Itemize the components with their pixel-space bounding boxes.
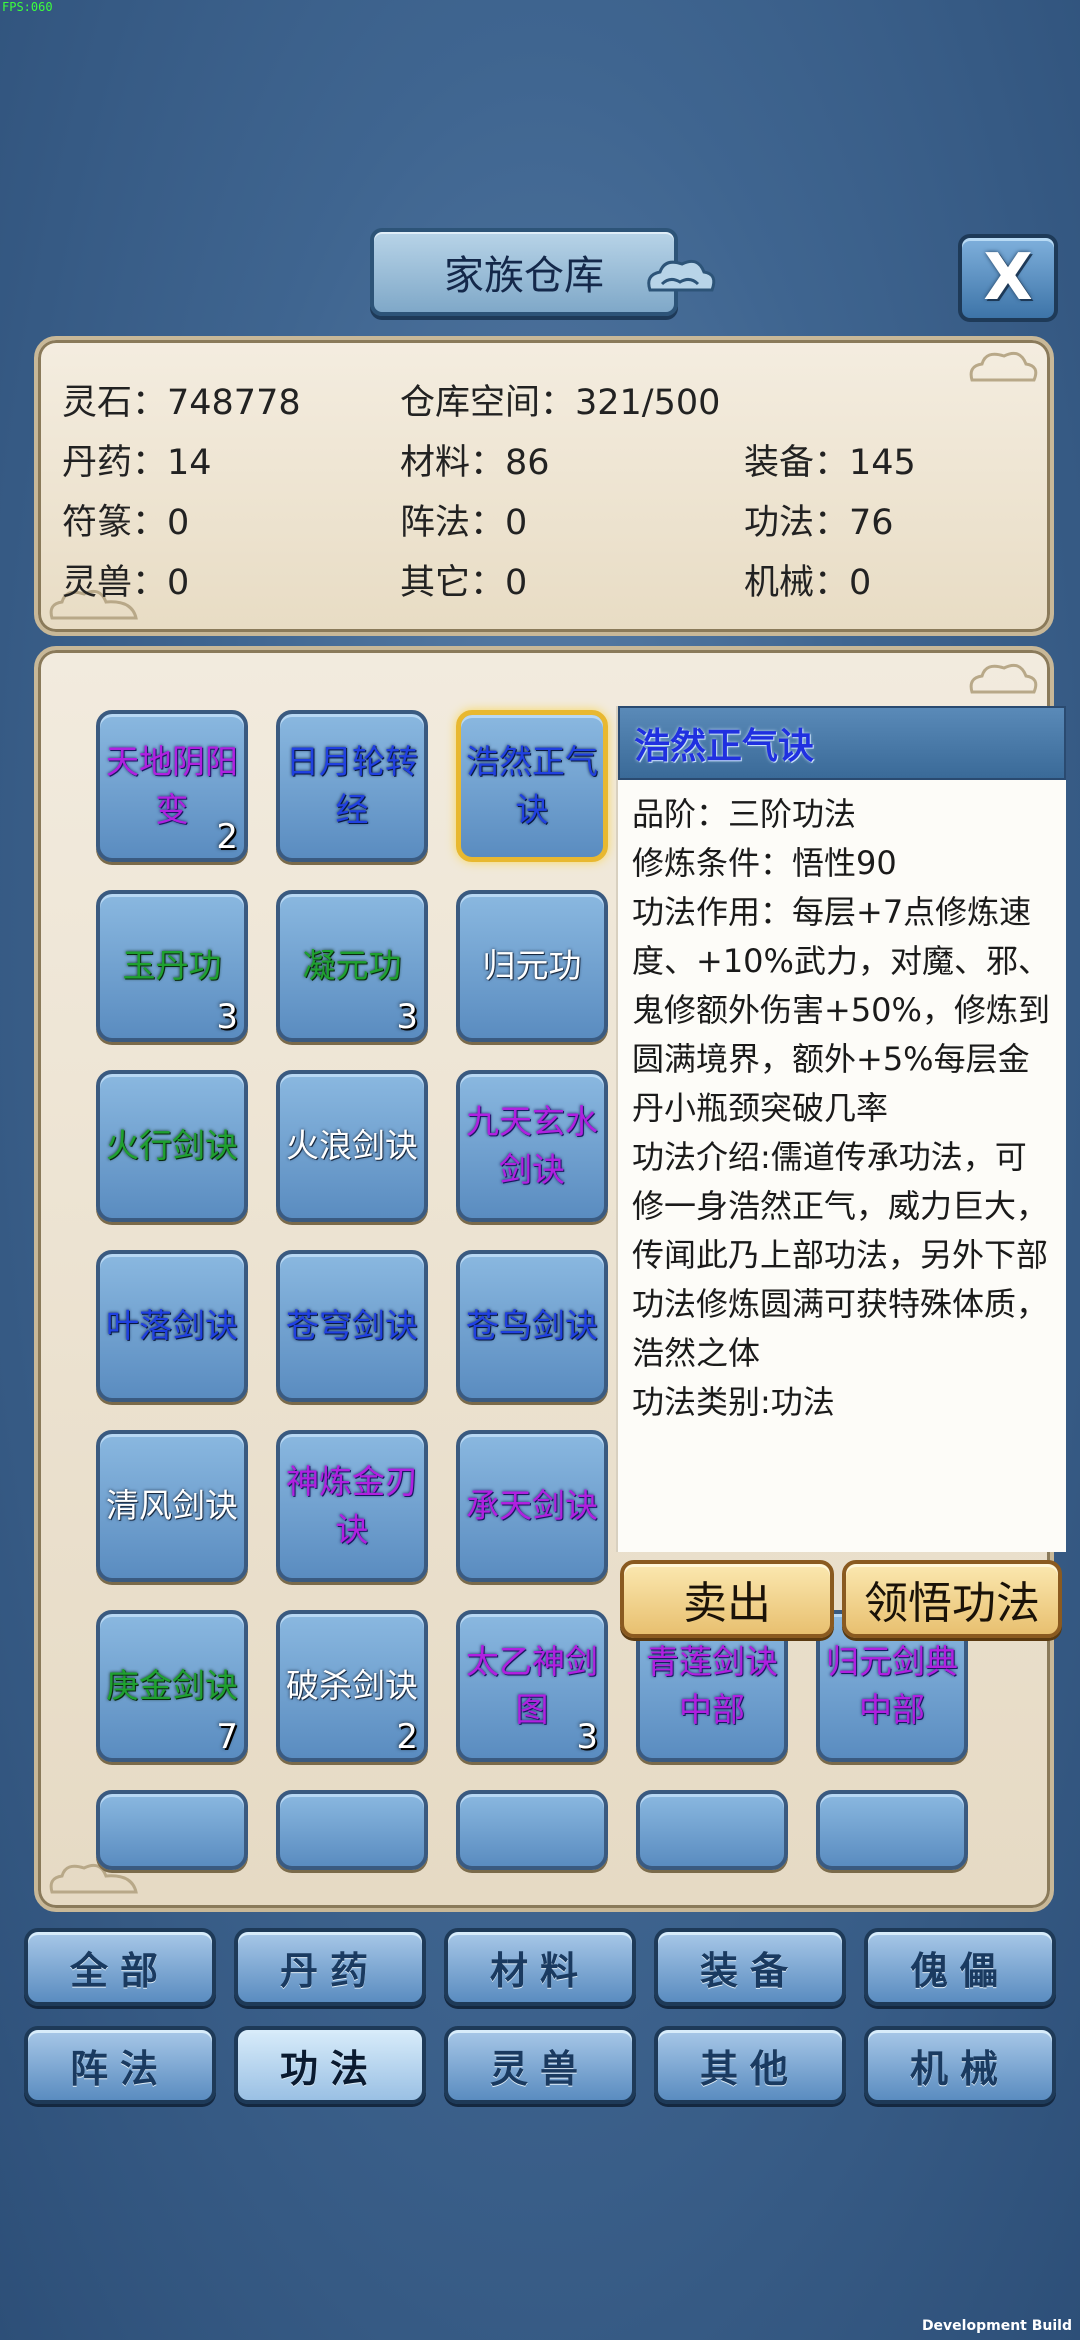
item-slot[interactable]: 苍鸟剑诀 bbox=[456, 1250, 608, 1402]
item-name: 神炼金刃诀 bbox=[286, 1462, 418, 1549]
tooltip-intro: 功法介绍:儒道传承功法，可修一身浩然正气，威力巨大，传闻此乃上部功法，另外下部功… bbox=[632, 1138, 1049, 1372]
item-count: 2 bbox=[216, 817, 238, 857]
tooltip-title: 浩然正气诀 bbox=[618, 706, 1066, 780]
tooltip-category: 功法类别:功法 bbox=[632, 1383, 835, 1421]
item-slot[interactable]: 归元功 bbox=[456, 890, 608, 1042]
item-slot[interactable]: 玉丹功 3 bbox=[96, 890, 248, 1042]
item-count: 7 bbox=[216, 1717, 238, 1757]
item-name: 凝元功 bbox=[302, 946, 402, 985]
tooltip-effect: 功法作用：每层+7点修炼速度、+10%武力，对魔、邪、鬼修额外伤害+50%，修炼… bbox=[632, 893, 1050, 1127]
cloud-ornament-icon bbox=[647, 259, 716, 292]
item-slot[interactable]: 浩然正气诀 bbox=[456, 710, 608, 862]
item-slot[interactable]: 火浪剑诀 bbox=[276, 1070, 428, 1222]
talismans-count: 符篆：0 bbox=[62, 503, 190, 543]
item-name: 青莲剑诀中部 bbox=[646, 1642, 778, 1729]
cloud-ornament-icon bbox=[969, 663, 1038, 694]
spirit-stone-count: 灵石：748778 bbox=[62, 383, 301, 423]
tab-8[interactable]: 其他 bbox=[654, 2026, 846, 2104]
dev-build-label: Development Build bbox=[921, 2318, 1072, 2334]
item-slot[interactable]: 日月轮转经 bbox=[276, 710, 428, 862]
item-name: 归元剑典中部 bbox=[826, 1642, 958, 1729]
tab-2[interactable]: 材料 bbox=[444, 1928, 636, 2006]
materials-count: 材料：86 bbox=[400, 443, 550, 483]
item-count: 3 bbox=[576, 1717, 598, 1757]
empty-slot[interactable] bbox=[456, 1790, 608, 1870]
tab-7[interactable]: 灵兽 bbox=[444, 2026, 636, 2104]
item-name: 日月轮转经 bbox=[286, 742, 418, 829]
empty-slot[interactable] bbox=[816, 1790, 968, 1870]
item-count: 3 bbox=[216, 997, 238, 1037]
item-tooltip: 浩然正气诀 品阶：三阶功法 修炼条件：悟性90 功法作用：每层+7点修炼速度、+… bbox=[616, 706, 1066, 1552]
others-count: 其它：0 bbox=[400, 563, 528, 603]
sell-button[interactable]: 卖出 bbox=[620, 1560, 834, 1638]
item-slot[interactable]: 庚金剑诀 7 bbox=[96, 1610, 248, 1762]
item-name: 苍穹剑诀 bbox=[286, 1306, 418, 1345]
empty-slot[interactable] bbox=[96, 1790, 248, 1870]
item-slot[interactable]: 凝元功 3 bbox=[276, 890, 428, 1042]
machines-count: 机械：0 bbox=[744, 563, 872, 603]
item-slot[interactable]: 清风剑诀 bbox=[96, 1430, 248, 1582]
item-name: 承天剑诀 bbox=[466, 1486, 598, 1525]
item-name: 玉丹功 bbox=[122, 946, 222, 985]
stats-panel: 灵石：748778 仓库空间：321/500 丹药：14 材料：86 装备：14… bbox=[34, 336, 1054, 636]
tooltip-rank: 品阶：三阶功法 bbox=[632, 795, 857, 833]
item-name: 归元功 bbox=[482, 946, 582, 985]
storage-capacity: 仓库空间：321/500 bbox=[400, 383, 721, 423]
fps-counter: FPS:060 bbox=[2, 0, 53, 14]
item-slot[interactable]: 叶落剑诀 bbox=[96, 1250, 248, 1402]
tab-6[interactable]: 功法 bbox=[234, 2026, 426, 2104]
beasts-count: 灵兽：0 bbox=[62, 563, 190, 603]
tab-5[interactable]: 阵法 bbox=[24, 2026, 216, 2104]
item-name: 叶落剑诀 bbox=[106, 1306, 238, 1345]
techniques-count: 功法：76 bbox=[744, 503, 894, 543]
empty-slot[interactable] bbox=[636, 1790, 788, 1870]
item-slot[interactable]: 破杀剑诀 2 bbox=[276, 1610, 428, 1762]
item-name: 破杀剑诀 bbox=[286, 1666, 418, 1705]
tab-3[interactable]: 装备 bbox=[654, 1928, 846, 2006]
tab-9[interactable]: 机械 bbox=[864, 2026, 1056, 2104]
tab-1[interactable]: 丹药 bbox=[234, 1928, 426, 2006]
equipment-count: 装备：145 bbox=[744, 443, 916, 483]
item-slot[interactable]: 天地阴阳变 2 bbox=[96, 710, 248, 862]
item-name: 清风剑诀 bbox=[106, 1486, 238, 1525]
item-name: 火行剑诀 bbox=[106, 1126, 238, 1165]
item-count: 3 bbox=[396, 997, 418, 1037]
empty-slot[interactable] bbox=[276, 1790, 428, 1870]
tab-4[interactable]: 傀儡 bbox=[864, 1928, 1056, 2006]
formations-count: 阵法：0 bbox=[400, 503, 528, 543]
item-name: 庚金剑诀 bbox=[106, 1666, 238, 1705]
item-slot[interactable]: 苍穹剑诀 bbox=[276, 1250, 428, 1402]
item-count: 2 bbox=[396, 1717, 418, 1757]
close-button[interactable]: X bbox=[958, 234, 1058, 322]
tab-0[interactable]: 全部 bbox=[24, 1928, 216, 2006]
item-slot[interactable]: 九天玄水剑诀 bbox=[456, 1070, 608, 1222]
comprehend-button[interactable]: 领悟功法 bbox=[842, 1560, 1062, 1638]
item-name: 浩然正气诀 bbox=[466, 742, 598, 829]
item-name: 火浪剑诀 bbox=[286, 1126, 418, 1165]
page-title: 家族仓库 bbox=[370, 228, 678, 316]
item-slot[interactable]: 承天剑诀 bbox=[456, 1430, 608, 1582]
pills-count: 丹药：14 bbox=[62, 443, 212, 483]
item-slot[interactable]: 神炼金刃诀 bbox=[276, 1430, 428, 1582]
cloud-ornament-icon bbox=[969, 351, 1038, 382]
item-name: 九天玄水剑诀 bbox=[466, 1102, 598, 1189]
item-slot[interactable]: 太乙神剑图 3 bbox=[456, 1610, 608, 1762]
item-name: 苍鸟剑诀 bbox=[466, 1306, 598, 1345]
tooltip-requirement: 修炼条件：悟性90 bbox=[632, 844, 897, 882]
item-slot[interactable]: 火行剑诀 bbox=[96, 1070, 248, 1222]
